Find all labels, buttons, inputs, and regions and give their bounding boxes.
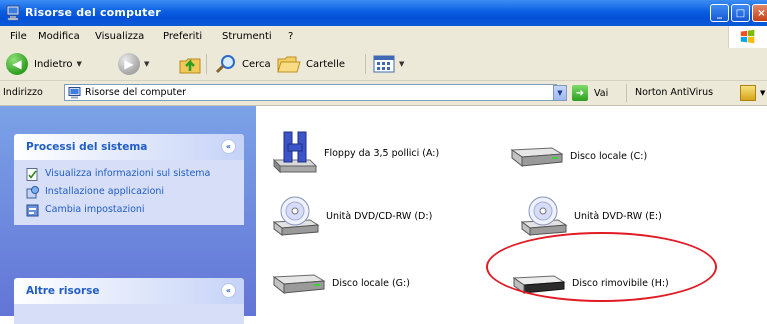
hard-disk-icon bbox=[272, 274, 326, 295]
system-info-icon bbox=[26, 168, 38, 181]
search-icon bbox=[215, 55, 235, 74]
drive-label: Unità DVD/CD-RW (D:) bbox=[326, 210, 433, 222]
task-label: Installazione applicazioni bbox=[45, 186, 165, 197]
system-tasks-body: Visualizza informazioni sul sistema Inst… bbox=[14, 160, 244, 225]
drive-a[interactable]: Floppy da 3,5 pollici (A:) bbox=[270, 130, 439, 176]
menu-file[interactable]: File bbox=[10, 31, 27, 42]
views-icon bbox=[373, 55, 395, 73]
folders-button[interactable]: Cartelle bbox=[276, 52, 345, 76]
windows-logo bbox=[728, 26, 767, 48]
search-label: Cerca bbox=[242, 58, 271, 70]
menu-modifica[interactable]: Modifica bbox=[38, 31, 80, 42]
forward-dropdown-icon[interactable]: ▼ bbox=[144, 60, 149, 68]
forward-arrow-icon: ▶ bbox=[118, 53, 140, 75]
address-dropdown-icon[interactable]: ▼ bbox=[553, 85, 567, 101]
menu-preferiti[interactable]: Preferiti bbox=[163, 31, 202, 42]
back-button[interactable]: ◀ Indietro ▼ bbox=[6, 52, 82, 76]
add-remove-icon bbox=[26, 186, 39, 199]
drive-c[interactable]: Disco locale (C:) bbox=[508, 142, 647, 170]
drive-label: Unità DVD-RW (E:) bbox=[574, 210, 662, 222]
task-label: Visualizza informazioni sul sistema bbox=[45, 168, 211, 179]
floppy-drive-icon bbox=[272, 131, 318, 174]
control-panel-icon bbox=[26, 204, 39, 217]
back-label: Indietro bbox=[34, 58, 73, 70]
system-tasks-header[interactable]: Processi del sistema « bbox=[14, 134, 244, 160]
hard-disk-icon bbox=[510, 147, 564, 168]
address-value: Risorse del computer bbox=[85, 87, 187, 98]
menu-bar: File Modifica Visualizza Preferiti Strum… bbox=[0, 26, 767, 49]
address-bar: Indirizzo Risorse del computer ▼ ➜ Vai N… bbox=[0, 81, 767, 106]
collapse-chevron-icon[interactable]: « bbox=[221, 139, 236, 154]
my-computer-icon bbox=[68, 87, 81, 99]
highlight-circle-annotation bbox=[486, 232, 717, 302]
system-tasks-panel: Processi del sistema « Visualizza inform… bbox=[14, 134, 244, 225]
drive-label: Disco locale (G:) bbox=[332, 277, 410, 289]
window-title: Risorse del computer bbox=[25, 6, 161, 19]
norton-dropdown-icon[interactable]: ▼ bbox=[760, 89, 765, 97]
my-computer-icon bbox=[6, 5, 20, 21]
drive-label: Floppy da 3,5 pollici (A:) bbox=[324, 147, 440, 159]
folders-icon bbox=[277, 56, 301, 73]
main-content: Processi del sistema « Visualizza inform… bbox=[0, 106, 767, 324]
toolbar-separator bbox=[365, 54, 366, 74]
menu-help[interactable]: ? bbox=[288, 31, 293, 42]
norton-antivirus-icon[interactable] bbox=[740, 85, 756, 101]
task-change-settings[interactable]: Cambia impostazioni bbox=[26, 204, 234, 217]
maximize-button[interactable]: □ bbox=[731, 4, 750, 22]
menu-visualizza[interactable]: Visualizza bbox=[95, 31, 144, 42]
windows-flag-icon bbox=[740, 29, 755, 44]
folders-label: Cartelle bbox=[306, 58, 346, 70]
minimize-button[interactable]: _ bbox=[710, 4, 729, 22]
address-label: Indirizzo bbox=[3, 87, 43, 98]
task-label: Cambia impostazioni bbox=[45, 204, 145, 215]
other-places-title: Altre risorse bbox=[26, 285, 100, 297]
address-separator bbox=[626, 84, 627, 102]
drive-label: Disco locale (C:) bbox=[570, 150, 648, 162]
up-folder-icon bbox=[179, 58, 201, 74]
task-pane: Processi del sistema « Visualizza inform… bbox=[0, 106, 256, 324]
drive-d[interactable]: Unità DVD/CD-RW (D:) bbox=[270, 194, 432, 238]
address-input[interactable]: Risorse del computer bbox=[64, 84, 557, 101]
other-places-body bbox=[14, 304, 244, 324]
views-dropdown-icon[interactable]: ▼ bbox=[399, 60, 404, 68]
other-places-panel: Altre risorse « bbox=[14, 278, 244, 324]
go-arrow-icon: ➜ bbox=[572, 85, 588, 101]
title-bar[interactable]: Risorse del computer _ □ × bbox=[0, 0, 767, 26]
back-dropdown-icon[interactable]: ▼ bbox=[77, 60, 82, 68]
other-places-header[interactable]: Altre risorse « bbox=[14, 278, 244, 304]
views-button[interactable]: ▼ bbox=[373, 52, 404, 76]
go-label: Vai bbox=[594, 87, 609, 99]
menu-strumenti[interactable]: Strumenti bbox=[222, 31, 272, 42]
system-tasks-title: Processi del sistema bbox=[26, 141, 148, 153]
norton-antivirus-label[interactable]: Norton AntiVirus bbox=[635, 87, 713, 98]
back-arrow-icon: ◀ bbox=[6, 53, 28, 75]
cd-drive-icon bbox=[272, 196, 320, 236]
search-button[interactable]: Cerca bbox=[214, 52, 271, 76]
drive-g[interactable]: Disco locale (G:) bbox=[270, 269, 410, 297]
collapse-chevron-icon[interactable]: « bbox=[221, 283, 236, 298]
task-add-remove-programs[interactable]: Installazione applicazioni bbox=[26, 186, 234, 199]
up-folder-button[interactable] bbox=[178, 52, 202, 76]
task-view-system-info[interactable]: Visualizza informazioni sul sistema bbox=[26, 168, 234, 181]
standard-toolbar: ◀ Indietro ▼ ▶ ▼ Cerca Cartelle ▼ bbox=[0, 48, 767, 81]
toolbar-separator bbox=[206, 54, 207, 74]
cd-drive-icon bbox=[520, 196, 568, 236]
forward-button[interactable]: ▶ ▼ bbox=[118, 52, 149, 76]
close-button[interactable]: × bbox=[752, 4, 767, 22]
go-button[interactable]: ➜ Vai bbox=[572, 85, 608, 101]
